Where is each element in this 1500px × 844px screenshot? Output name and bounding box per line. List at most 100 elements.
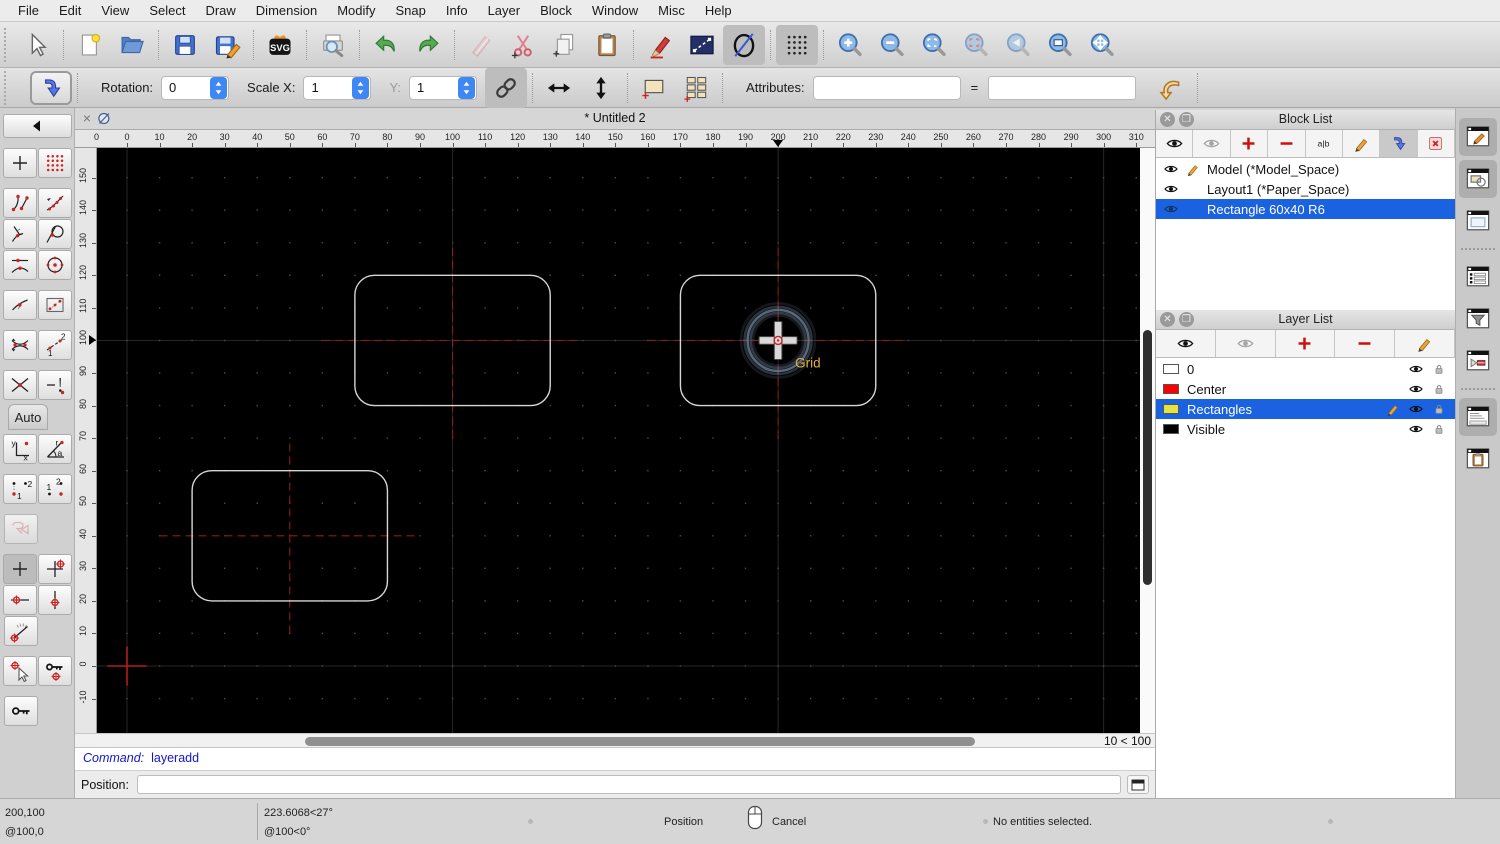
snap-entity-points-button[interactable] xyxy=(37,188,72,218)
stepper-icon[interactable] xyxy=(951,77,960,98)
restrict-orthogonal-button[interactable] xyxy=(37,554,72,584)
menu-file[interactable]: File xyxy=(8,3,49,18)
snap-tangent-button[interactable] xyxy=(37,219,72,249)
redo-button[interactable] xyxy=(407,25,449,65)
property-editor-toggle[interactable] xyxy=(1459,118,1497,156)
horizontal-scrollbar[interactable]: 10 < 100 xyxy=(75,733,1155,748)
library-browser-toggle[interactable] xyxy=(1459,342,1497,380)
rotation-spinbox[interactable]: 0 xyxy=(161,75,230,100)
float-panel-button[interactable]: ❐ xyxy=(1179,112,1194,127)
insert-block-toolbar-button[interactable] xyxy=(1380,130,1418,157)
layer-row[interactable]: 0 xyxy=(1156,359,1455,379)
lock-icon[interactable] xyxy=(1431,361,1447,377)
remove-block-button[interactable] xyxy=(1268,130,1306,157)
selection-tool[interactable] xyxy=(16,25,58,65)
coordinate-relative-polar-button[interactable]: 12 xyxy=(37,474,72,504)
clipboard-panel-toggle[interactable] xyxy=(1459,440,1497,478)
horizontal-scrollbar-thumb[interactable] xyxy=(305,737,975,746)
menu-info[interactable]: Info xyxy=(436,3,478,18)
lock-relative-zero-button[interactable] xyxy=(37,656,72,686)
menu-misc[interactable]: Misc xyxy=(648,3,695,18)
restrict-horizontal-button[interactable] xyxy=(2,585,37,615)
layer-hide-all-button[interactable] xyxy=(1216,330,1276,357)
snap-perpendicular-button[interactable] xyxy=(2,219,37,249)
zoom-in-button[interactable] xyxy=(829,25,871,65)
zoom-out-button[interactable] xyxy=(871,25,913,65)
draw-button[interactable] xyxy=(639,25,681,65)
scale-y-spinbox[interactable]: 1 xyxy=(409,75,478,100)
lock-icon[interactable] xyxy=(1431,401,1447,417)
coordinate-polar-button[interactable]: ra xyxy=(37,434,72,464)
save-as-button[interactable] xyxy=(206,25,248,65)
close-panel-button[interactable]: ✕ xyxy=(1160,112,1175,127)
eye-icon[interactable] xyxy=(1408,361,1424,377)
float-panel-button[interactable]: ❐ xyxy=(1179,312,1194,327)
set-relative-zero-button[interactable] xyxy=(2,656,37,686)
print-preview-button[interactable] xyxy=(312,25,354,65)
layer-row[interactable]: Visible xyxy=(1156,419,1455,439)
copy-button[interactable] xyxy=(544,25,586,65)
eye-icon[interactable] xyxy=(1408,421,1424,437)
pan-button[interactable] xyxy=(1081,25,1123,65)
undo-button[interactable] xyxy=(365,25,407,65)
block-row[interactable]: Rectangle 60x40 R6 xyxy=(1156,199,1455,219)
auto-zoom-button[interactable] xyxy=(913,25,955,65)
pencil-icon[interactable] xyxy=(1385,401,1401,417)
paste-button[interactable] xyxy=(586,25,628,65)
snap-on-entity-button[interactable] xyxy=(2,250,37,280)
selection-filter-toggle[interactable] xyxy=(1459,300,1497,338)
snap-exclude-button[interactable] xyxy=(37,370,72,400)
menu-help[interactable]: Help xyxy=(695,3,742,18)
snap-distance-button[interactable]: 12 xyxy=(37,330,72,360)
snap-grid-button[interactable] xyxy=(37,148,72,178)
snap-auto-intersection-button[interactable] xyxy=(2,330,37,360)
relative-zero-key-button[interactable] xyxy=(4,696,38,726)
menu-draw[interactable]: Draw xyxy=(195,3,245,18)
block-show-all-button[interactable] xyxy=(1156,130,1194,157)
snap-free-button[interactable] xyxy=(2,148,37,178)
menu-select[interactable]: Select xyxy=(139,3,195,18)
snap-center-button[interactable] xyxy=(37,250,72,280)
stepper-icon[interactable] xyxy=(458,76,476,99)
command-line-toggle[interactable] xyxy=(1459,398,1497,436)
previous-view-button[interactable] xyxy=(997,25,1039,65)
restrict-vertical-button[interactable] xyxy=(37,585,72,615)
vertical-scrollbar[interactable] xyxy=(1140,148,1155,733)
layer-show-all-button[interactable] xyxy=(1156,330,1216,357)
open-file-button[interactable] xyxy=(111,25,153,65)
coordinate-relative-button[interactable]: 12 xyxy=(2,474,37,504)
command-window-button[interactable] xyxy=(1127,775,1149,794)
stepper-icon[interactable] xyxy=(210,76,228,99)
grid-toggle-button[interactable] xyxy=(776,24,818,65)
view-list-toggle[interactable] xyxy=(1459,202,1497,240)
save-button[interactable] xyxy=(164,25,206,65)
block-hide-all-button[interactable] xyxy=(1193,130,1231,157)
stepper-icon[interactable] xyxy=(352,76,370,99)
restrict-ortho-button[interactable] xyxy=(4,514,38,544)
vertical-scrollbar-thumb[interactable] xyxy=(1143,330,1152,585)
layer-row[interactable]: Rectangles xyxy=(1156,399,1455,419)
new-file-button[interactable] xyxy=(69,25,111,65)
close-panel-button[interactable]: ✕ xyxy=(1160,312,1175,327)
edit-layer-button[interactable] xyxy=(1395,330,1455,357)
ellipse-tool-button[interactable] xyxy=(723,24,765,65)
cut-button[interactable] xyxy=(502,25,544,65)
block-list-toggle[interactable] xyxy=(1459,160,1497,198)
position-input[interactable] xyxy=(136,775,1121,794)
array-insert-button[interactable] xyxy=(675,68,717,108)
pencil-icon[interactable] xyxy=(1185,161,1201,177)
attribute-value-input[interactable] xyxy=(988,75,1137,100)
svg-export-button[interactable]: SVG xyxy=(259,25,301,65)
layer-list-toggle[interactable] xyxy=(1459,258,1497,296)
layer-row[interactable]: Center xyxy=(1156,379,1455,399)
zoom-selection-button[interactable] xyxy=(955,25,997,65)
eye-icon[interactable] xyxy=(1408,381,1424,397)
menu-layer[interactable]: Layer xyxy=(478,3,531,18)
flip-vertical-button[interactable] xyxy=(580,68,622,108)
drawing-canvas[interactable]: Grid xyxy=(97,148,1140,733)
menu-dimension[interactable]: Dimension xyxy=(246,3,327,18)
lock-icon[interactable] xyxy=(1431,381,1447,397)
menu-view[interactable]: View xyxy=(91,3,139,18)
keep-proportions-button[interactable] xyxy=(485,67,528,108)
eye-dim-icon[interactable] xyxy=(1163,201,1179,217)
